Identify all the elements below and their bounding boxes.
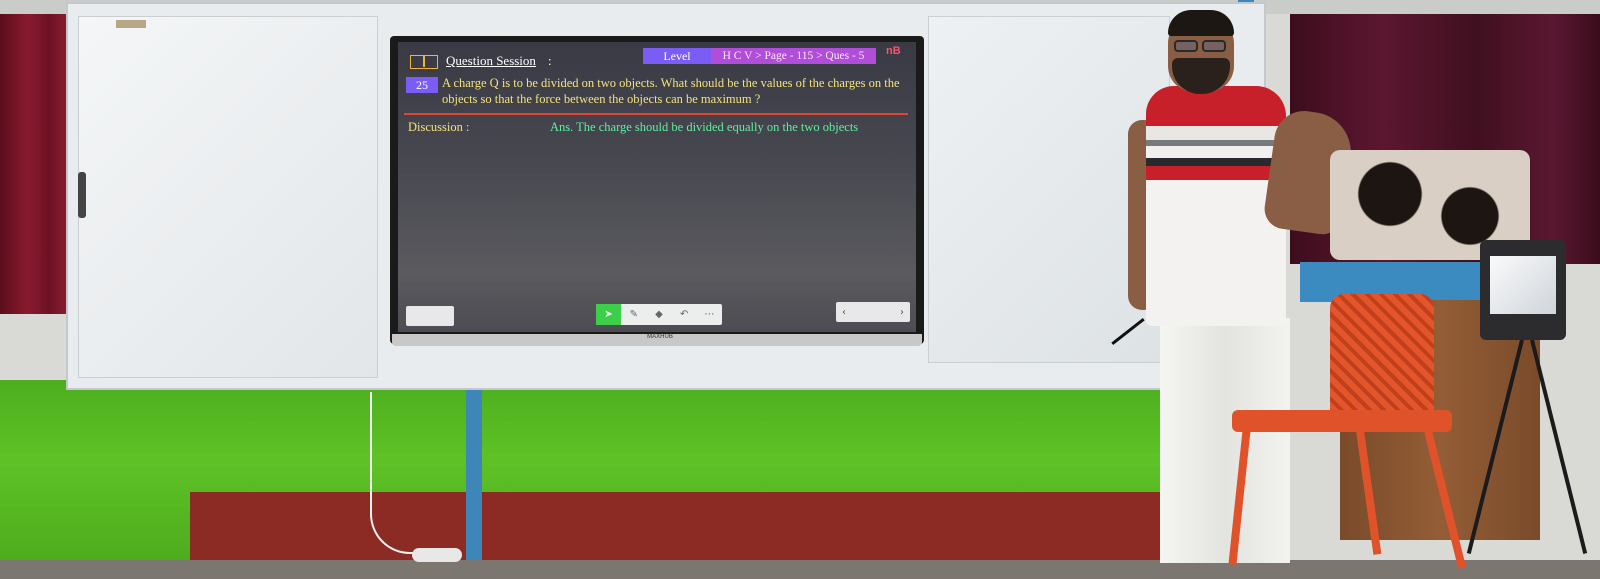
eraser-icon[interactable]: ◆: [646, 304, 671, 325]
whiteboard-clip: [116, 20, 146, 28]
brand-label: MAXHUB: [647, 334, 673, 340]
floodlight-lens: [1490, 256, 1556, 314]
session-icon: [410, 55, 438, 69]
question-text: A charge Q is to be divided on two objec…: [442, 76, 900, 106]
divider: [404, 113, 908, 115]
curtain-left: [0, 14, 70, 314]
corner-logo: nB: [886, 45, 901, 57]
chair-seat: [1232, 410, 1452, 432]
undo-icon[interactable]: ↶: [672, 304, 697, 325]
person-pants: [1160, 318, 1290, 563]
prev-page-button[interactable]: ‹: [842, 307, 846, 318]
level-label: Level: [643, 48, 711, 64]
power-cable: [370, 392, 442, 554]
answer-text: Ans. The charge should be divided equall…: [550, 120, 859, 134]
select-icon[interactable]: ➤: [596, 304, 622, 325]
screen-menu-button[interactable]: [406, 306, 454, 326]
pen-icon[interactable]: ✎: [621, 304, 646, 325]
session-title-colon: :: [548, 53, 552, 68]
blue-pipe: [466, 385, 482, 560]
glasses-icon: [1170, 40, 1230, 54]
discussion-label: Discussion :: [408, 120, 470, 134]
person-hair: [1168, 10, 1234, 36]
red-skirting: [190, 492, 1190, 564]
floor: [0, 560, 1600, 579]
question-number: 25: [406, 77, 438, 93]
power-plug: [412, 548, 462, 562]
chair-back: [1330, 294, 1434, 424]
page-navigator: ‹ ›: [836, 302, 910, 322]
whiteboard-panel-left: [78, 16, 378, 378]
session-title: Question Session: [446, 53, 536, 68]
annotation-toolbar: ➤ ✎ ◆ ↶ ⋯: [596, 304, 722, 325]
whiteboard-handle: [78, 172, 86, 218]
next-page-button[interactable]: ›: [900, 307, 904, 318]
level-path: H C V > Page - 115 > Ques - 5: [711, 48, 876, 64]
more-icon[interactable]: ⋯: [697, 304, 722, 325]
